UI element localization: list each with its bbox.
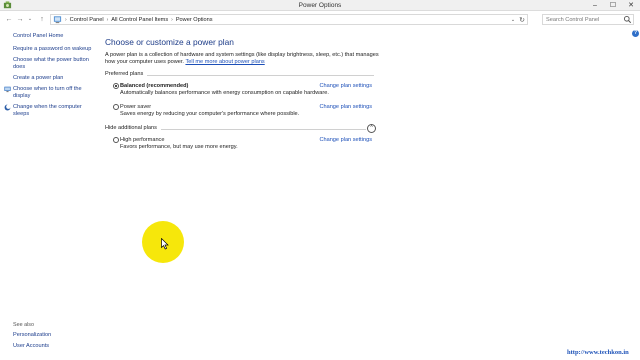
breadcrumb-power-options[interactable]: Power Options — [174, 17, 215, 23]
address-dropdown-icon[interactable]: ⌄ — [509, 17, 517, 23]
sidebar: Control Panel Home Require a password on… — [4, 33, 98, 122]
hide-additional-plans-label[interactable]: Hide additional plans — [105, 125, 157, 131]
mouse-pointer-icon — [161, 238, 169, 250]
watermark-url: http://www.techkon.in — [567, 349, 629, 356]
back-button[interactable]: ← — [4, 14, 14, 24]
main-content: Choose or customize a power plan A power… — [105, 37, 380, 158]
sidebar-row-sleep: Change when the computer sleeps — [4, 104, 98, 118]
sidebar-item-password-on-wakeup[interactable]: Require a password on wakeup — [13, 46, 98, 53]
plan-balanced: Balanced (recommended) Automatically bal… — [105, 83, 380, 97]
plan-high-performance-desc: Favors performance, but may use more ene… — [120, 144, 238, 150]
search-icon[interactable] — [623, 15, 632, 24]
plan-high-performance-radio[interactable] — [113, 137, 119, 143]
navigation-bar: ← → ⌄ ↑ › Control Panel › All Control Pa… — [0, 12, 640, 26]
additional-plans-header: Hide additional plans ^ — [105, 124, 380, 133]
sidebar-row-display: Choose when to turn off the display — [4, 86, 98, 100]
page-description: A power plan is a collection of hardware… — [105, 52, 380, 66]
title-bar: Power Options – ☐ ✕ — [0, 0, 640, 11]
plan-power-saver-radio[interactable] — [113, 104, 119, 110]
display-icon — [4, 86, 11, 93]
window-title: Power Options — [298, 2, 342, 9]
plan-power-saver-desc: Saves energy by reducing your computer's… — [120, 111, 300, 117]
divider — [161, 129, 366, 130]
refresh-icon[interactable]: ↻ — [517, 16, 527, 24]
minimize-button[interactable]: – — [589, 1, 601, 11]
see-also-personalization[interactable]: Personalization — [13, 332, 98, 339]
maximize-button[interactable]: ☐ — [607, 1, 619, 11]
sleep-icon — [4, 104, 11, 111]
forward-button[interactable]: → — [15, 14, 25, 24]
control-panel-icon — [53, 16, 62, 24]
plan-power-saver: Power saver Saves energy by reducing you… — [105, 104, 380, 118]
collapse-chevron-up-icon[interactable]: ^ — [367, 124, 376, 133]
preferred-plans-label: Preferred plans — [105, 71, 144, 77]
divider — [147, 75, 374, 76]
plan-high-performance: High performance Favors performance, but… — [105, 137, 380, 151]
sidebar-item-create-plan[interactable]: Create a power plan — [13, 75, 98, 82]
sidebar-control-panel-home[interactable]: Control Panel Home — [13, 33, 98, 40]
plan-balanced-desc: Automatically balances performance with … — [120, 90, 329, 96]
close-button[interactable]: ✕ — [625, 1, 637, 11]
plan-high-performance-change-settings-link[interactable]: Change plan settings — [319, 137, 372, 143]
recent-pages-button[interactable]: ⌄ — [25, 14, 35, 24]
up-button[interactable]: ↑ — [37, 14, 47, 24]
plan-balanced-radio[interactable] — [113, 83, 119, 89]
help-icon[interactable]: ? — [632, 30, 639, 37]
power-plans-help-link[interactable]: Tell me more about power plans — [185, 59, 264, 65]
preferred-plans-header: Preferred plans — [105, 71, 380, 79]
page-title: Choose or customize a power plan — [105, 37, 234, 47]
sidebar-item-power-button[interactable]: Choose what the power button does — [13, 57, 98, 71]
address-bar[interactable]: › Control Panel › All Control Panel Item… — [50, 14, 528, 25]
breadcrumb-all-items[interactable]: All Control Panel Items — [109, 17, 170, 23]
search-box[interactable] — [542, 14, 634, 25]
see-also-user-accounts[interactable]: User Accounts — [13, 343, 98, 350]
plan-balanced-change-settings-link[interactable]: Change plan settings — [319, 83, 372, 89]
sidebar-item-turn-off-display[interactable]: Choose when to turn off the display — [13, 86, 98, 100]
search-input[interactable] — [543, 16, 623, 23]
see-also-section: See also Personalization User Accounts — [13, 322, 98, 354]
plan-power-saver-change-settings-link[interactable]: Change plan settings — [319, 104, 372, 110]
see-also-title: See also — [13, 322, 34, 328]
sidebar-item-computer-sleeps[interactable]: Change when the computer sleeps — [13, 104, 98, 118]
breadcrumb-control-panel[interactable]: Control Panel — [68, 17, 106, 23]
